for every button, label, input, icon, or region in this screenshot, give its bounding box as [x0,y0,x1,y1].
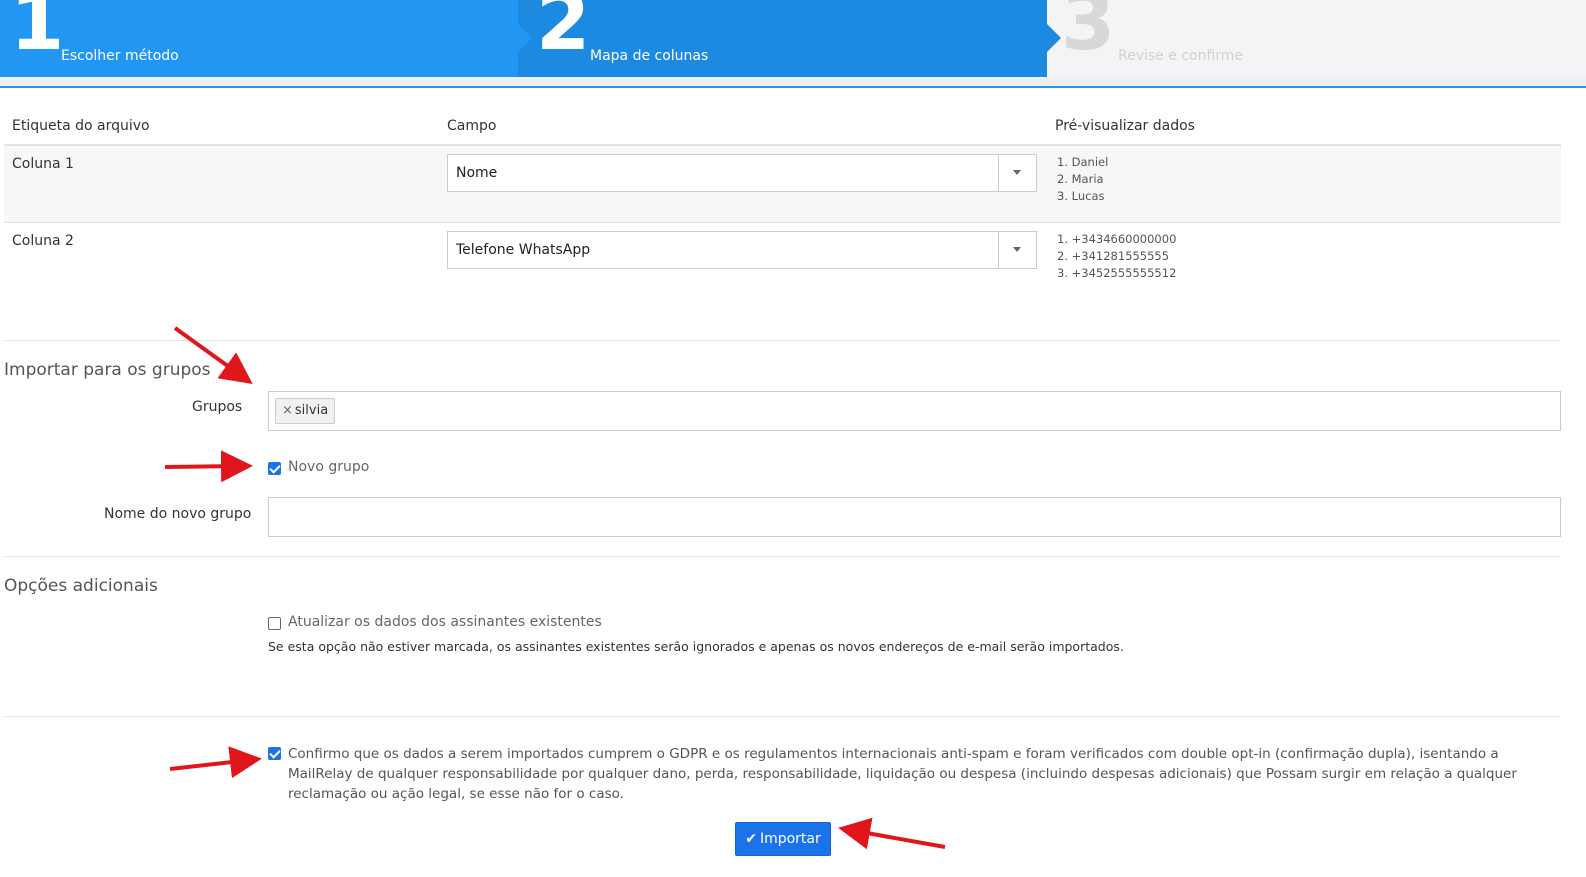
field-select-value: Telefone WhatsApp [456,242,591,258]
step-label: Escolher método [61,48,179,64]
import-button-label: Importar [759,831,821,847]
update-subscribers-checkbox[interactable] [268,617,281,630]
step-label: Revise e confirme [1118,48,1244,64]
table-row: Coluna 1 Nome 1. Daniel 2. Maria 3. Luca… [4,146,1561,223]
step-number: 2 [536,0,591,68]
column-label: Coluna 2 [12,233,74,249]
table-row: Coluna 2 Telefone WhatsApp 1. +343466000… [4,223,1561,299]
preview-item: 2. +341281555555 [1057,249,1170,263]
header-file-label: Etiqueta do arquivo [12,118,150,134]
groups-input[interactable]: × silvia [268,391,1561,431]
caret-down-icon [1013,170,1021,175]
section-divider [4,716,1561,717]
group-tag: × silvia [275,398,336,424]
group-tag-label: silvia [294,403,329,418]
gdpr-checkbox[interactable] [268,747,281,760]
options-section-title: Opções adicionais [4,576,158,596]
preview-item: 3. +3452555555512 [1057,266,1177,280]
stepper-underline [0,86,1586,88]
new-group-name-input[interactable] [268,497,1561,537]
groups-section-title: Importar para os grupos [4,360,211,380]
section-divider [4,556,1561,557]
preview-item: 1. +3434660000000 [1057,232,1177,246]
new-group-label[interactable]: Novo grupo [288,459,369,475]
preview-item: 2. Maria [1057,172,1104,186]
column-label: Coluna 1 [12,156,74,172]
annotation-arrow [164,450,253,483]
preview-item: 3. Lucas [1057,189,1105,203]
preview-item: 1. Daniel [1057,155,1109,169]
import-stepper: 1 Escolher método 2 Mapa de colunas 3 Re… [0,0,1586,77]
step-label: Mapa de colunas [590,48,709,64]
header-field: Campo [447,118,497,134]
step-column-map[interactable]: 2 Mapa de colunas [518,0,1061,77]
field-select[interactable]: Nome [447,154,1037,192]
dropdown-toggle[interactable] [998,232,1036,268]
field-select[interactable]: Telefone WhatsApp [447,231,1037,269]
dropdown-toggle[interactable] [998,155,1036,191]
step-number: 3 [1061,0,1116,68]
preview-data: 1. Daniel 2. Maria 3. Lucas [1057,154,1108,205]
section-divider [4,340,1561,341]
annotation-arrow [169,746,262,779]
remove-tag-icon[interactable]: × [282,403,293,418]
check-icon: ✔ [745,831,757,847]
step-choose-method[interactable]: 1 Escolher método [0,0,532,77]
gdpr-consent-text[interactable]: Confirmo que os dados a serem importados… [288,744,1548,804]
header-preview: Pré-visualizar dados [1055,118,1195,134]
update-help-text: Se esta opção não estiver marcada, os as… [268,639,1124,654]
new-group-name-label: Nome do novo grupo [104,506,252,522]
groups-label: Grupos [192,399,243,415]
step-review-confirm: 3 Revise e confirme [1047,0,1586,77]
step-number: 1 [10,0,65,68]
update-subscribers-label[interactable]: Atualizar os dados dos assinantes existe… [288,614,602,630]
new-group-checkbox[interactable] [268,462,281,475]
annotation-arrow [838,817,946,850]
field-select-value: Nome [456,165,498,181]
caret-down-icon [1013,247,1021,252]
import-button[interactable]: ✔ Importar [735,822,831,856]
preview-data: 1. +3434660000000 2. +341281555555 3. +3… [1057,231,1176,282]
